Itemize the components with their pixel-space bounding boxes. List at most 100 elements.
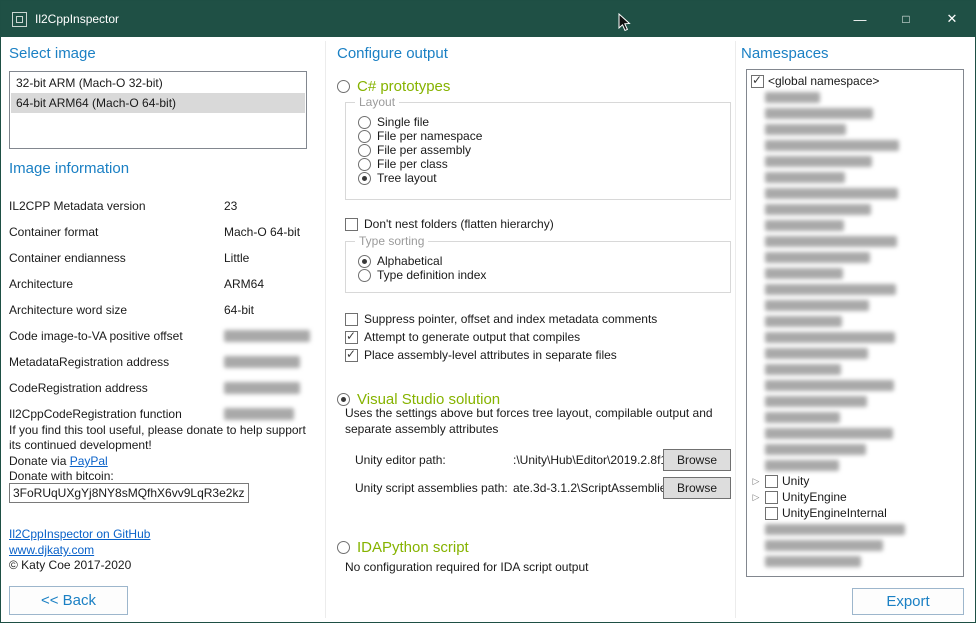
checkbox-checked-icon (751, 75, 764, 88)
radio-option-label: Alphabetical (377, 254, 442, 268)
unity-editor-path-label: Unity editor path: (355, 453, 513, 467)
github-link-line: Il2CppInspector on GitHub (9, 527, 150, 541)
redacted-value (224, 356, 300, 368)
website-link[interactable]: www.djkaty.com (9, 543, 94, 557)
radio-option[interactable]: File per namespace (358, 129, 730, 143)
namespace-label: <global namespace> (768, 74, 879, 88)
redacted-namespace (765, 412, 840, 423)
namespace-item-redacted (751, 313, 959, 329)
radio-option-label: File per namespace (377, 129, 482, 143)
namespace-item-redacted (751, 121, 959, 137)
github-link[interactable]: Il2CppInspector on GitHub (9, 527, 150, 541)
export-button[interactable]: Export (852, 588, 964, 615)
type-sorting-groupbox: Type sorting AlphabeticalType definition… (345, 241, 731, 293)
redacted-namespace (765, 108, 873, 119)
namespace-item-redacted (751, 169, 959, 185)
redacted-namespace (765, 364, 841, 375)
radio-option[interactable]: Tree layout (358, 171, 730, 185)
browse-script-button[interactable]: Browse (663, 477, 731, 499)
back-button[interactable]: << Back (9, 586, 128, 615)
checkbox-icon (345, 313, 358, 326)
namespace-list[interactable]: <global namespace> ▷ Unity ▷ UnityEngine Unit… (746, 69, 964, 577)
csharp-prototypes-label: C# prototypes (357, 78, 450, 95)
radio-option[interactable]: File per class (358, 157, 730, 171)
info-label: Architecture (9, 277, 224, 291)
image-list[interactable]: 32-bit ARM (Mach-O 32-bit)64-bit ARM64 (… (9, 71, 307, 149)
unity-editor-path-row: Unity editor path: :\Unity\Hub\Editor\20… (355, 449, 731, 471)
type-sorting-title: Type sorting (355, 234, 428, 248)
copyright-text: © Katy Coe 2017-2020 (9, 558, 131, 572)
bitcoin-address-input[interactable] (9, 483, 249, 503)
namespace-item[interactable]: ▷ UnityEngine (751, 489, 959, 505)
namespace-label: Unity (782, 474, 809, 488)
namespace-label: UnityEngineInternal (782, 506, 887, 520)
titlebar[interactable]: Il2CppInspector — □ ✕ (1, 1, 975, 37)
radio-option[interactable]: Single file (358, 115, 730, 129)
expander-icon[interactable]: ▷ (751, 489, 761, 505)
redacted-namespace (765, 92, 820, 103)
namespace-item-redacted (751, 233, 959, 249)
minimize-button[interactable]: — (837, 1, 883, 37)
redacted-namespace (765, 348, 868, 359)
maximize-button[interactable]: □ (883, 1, 929, 37)
paypal-link[interactable]: PayPal (70, 454, 108, 468)
image-list-item[interactable]: 32-bit ARM (Mach-O 32-bit) (11, 73, 305, 93)
namespace-item-redacted (751, 377, 959, 393)
option-checkboxes: Suppress pointer, offset and index metad… (345, 310, 657, 364)
namespace-item-redacted (751, 185, 959, 201)
option-checkbox-row[interactable]: Attempt to generate output that compiles (345, 328, 657, 346)
info-value: Little (224, 251, 311, 265)
radio-option[interactable]: Type definition index (358, 268, 730, 282)
namespace-item-redacted (751, 393, 959, 409)
info-label: IL2CPP Metadata version (9, 199, 224, 213)
namespaces-heading: Namespaces (741, 45, 829, 62)
checkbox-checked-icon (345, 349, 358, 362)
redacted-namespace (765, 188, 898, 199)
namespace-item-global[interactable]: <global namespace> (751, 73, 959, 89)
namespace-item-redacted (751, 537, 959, 553)
radio-option[interactable]: File per assembly (358, 143, 730, 157)
csharp-prototypes-radio[interactable]: C# prototypes (337, 76, 450, 96)
option-checkbox-row[interactable]: Suppress pointer, offset and index metad… (345, 310, 657, 328)
radio-option-label: Type definition index (377, 268, 486, 282)
info-label: Container format (9, 225, 224, 239)
window-controls: — □ ✕ (837, 1, 975, 37)
redacted-namespace (765, 380, 894, 391)
radio-option[interactable]: Alphabetical (358, 254, 730, 268)
unity-editor-path-value: :\Unity\Hub\Editor\2019.2.8f1 (513, 453, 663, 467)
image-list-item[interactable]: 64-bit ARM64 (Mach-O 64-bit) (11, 93, 305, 113)
app-icon (12, 12, 27, 27)
layout-groupbox: Layout Single fileFile per namespaceFile… (345, 102, 731, 200)
checkbox-icon (765, 507, 778, 520)
ida-description: No configuration required for IDA script… (345, 559, 725, 575)
namespace-item-redacted (751, 201, 959, 217)
idapython-radio[interactable]: IDAPython script (337, 537, 469, 557)
info-value: 23 (224, 199, 311, 213)
redacted-namespace (765, 220, 844, 231)
radio-icon (358, 158, 371, 171)
image-info-heading: Image information (9, 160, 129, 177)
browse-editor-button[interactable]: Browse (663, 449, 731, 471)
close-button[interactable]: ✕ (929, 1, 975, 37)
flatten-label: Don't nest folders (flatten hierarchy) (364, 217, 554, 231)
image-info: IL2CPP Metadata version23Container forma… (9, 193, 311, 427)
radio-icon (337, 541, 350, 554)
namespace-item[interactable]: UnityEngineInternal (751, 505, 959, 521)
redacted-namespace (765, 332, 895, 343)
redacted-value (224, 382, 300, 394)
redacted-namespace (765, 140, 899, 151)
radio-option-label: Single file (377, 115, 429, 129)
flatten-checkbox-row[interactable]: Don't nest folders (flatten hierarchy) (345, 216, 554, 232)
redacted-value (224, 330, 310, 342)
namespace-item-redacted (751, 153, 959, 169)
redacted-namespace (765, 540, 883, 551)
namespace-label: UnityEngine (782, 490, 847, 504)
expander-icon[interactable]: ▷ (751, 473, 761, 489)
idapython-label: IDAPython script (357, 539, 469, 556)
donate-text: If you find this tool useful, please don… (9, 423, 309, 453)
column-divider (325, 41, 326, 618)
website-link-line: www.djkaty.com (9, 543, 94, 557)
option-checkbox-row[interactable]: Place assembly-level attributes in separ… (345, 346, 657, 364)
namespace-item[interactable]: ▷ Unity (751, 473, 959, 489)
redacted-namespace (765, 124, 846, 135)
